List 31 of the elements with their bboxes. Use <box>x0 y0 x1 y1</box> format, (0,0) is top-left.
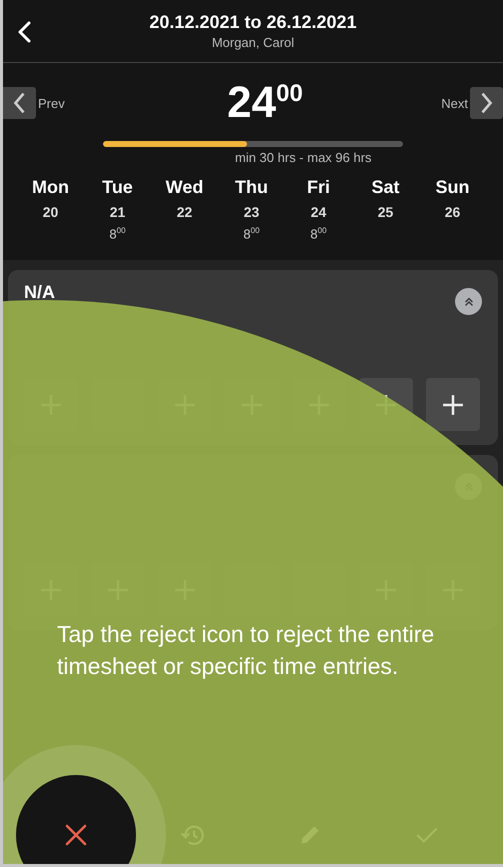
hours-range: min 30 hrs - max 96 hrs <box>235 150 372 165</box>
day-name: Sun <box>436 177 470 198</box>
day-hours: 8$^{00}$ <box>243 226 260 242</box>
collapse-button[interactable] <box>455 288 482 315</box>
coach-message: Tap the reject icon to reject the entire timesheet or specific time entries. <box>57 620 436 681</box>
day-name: Tue <box>102 177 133 198</box>
chevron-right-icon <box>470 87 503 119</box>
add-button[interactable] <box>426 378 480 431</box>
day-date: 24 <box>310 204 326 220</box>
day-hours: 8$^{00}$ <box>310 226 327 242</box>
entry-title: N/A <box>24 282 55 303</box>
prev-button[interactable]: Prev <box>3 87 65 119</box>
close-icon <box>64 823 88 847</box>
period-title: 20.12.2021 to 26.12.2021 <box>149 12 357 33</box>
day-name: Mon <box>32 177 69 198</box>
day-name: Wed <box>166 177 204 198</box>
day-name: Sat <box>371 177 400 198</box>
day-date: 20 <box>42 204 58 220</box>
day-date: 23 <box>244 204 260 220</box>
total-hours: 24$^{00}$ <box>227 78 303 128</box>
day-date: 21 <box>110 204 126 220</box>
day-date: 25 <box>378 204 394 220</box>
next-button[interactable]: Next <box>441 87 503 119</box>
day-hours: 8$^{00}$ <box>109 226 126 242</box>
day-date: 26 <box>444 204 460 220</box>
day-name: Fri <box>306 177 330 198</box>
day-name: Thu <box>235 177 268 198</box>
employee-name: Morgan, Carol <box>212 35 294 50</box>
plus-icon <box>442 394 464 416</box>
day-date: 22 <box>176 204 192 220</box>
chevron-left-icon <box>3 87 36 119</box>
